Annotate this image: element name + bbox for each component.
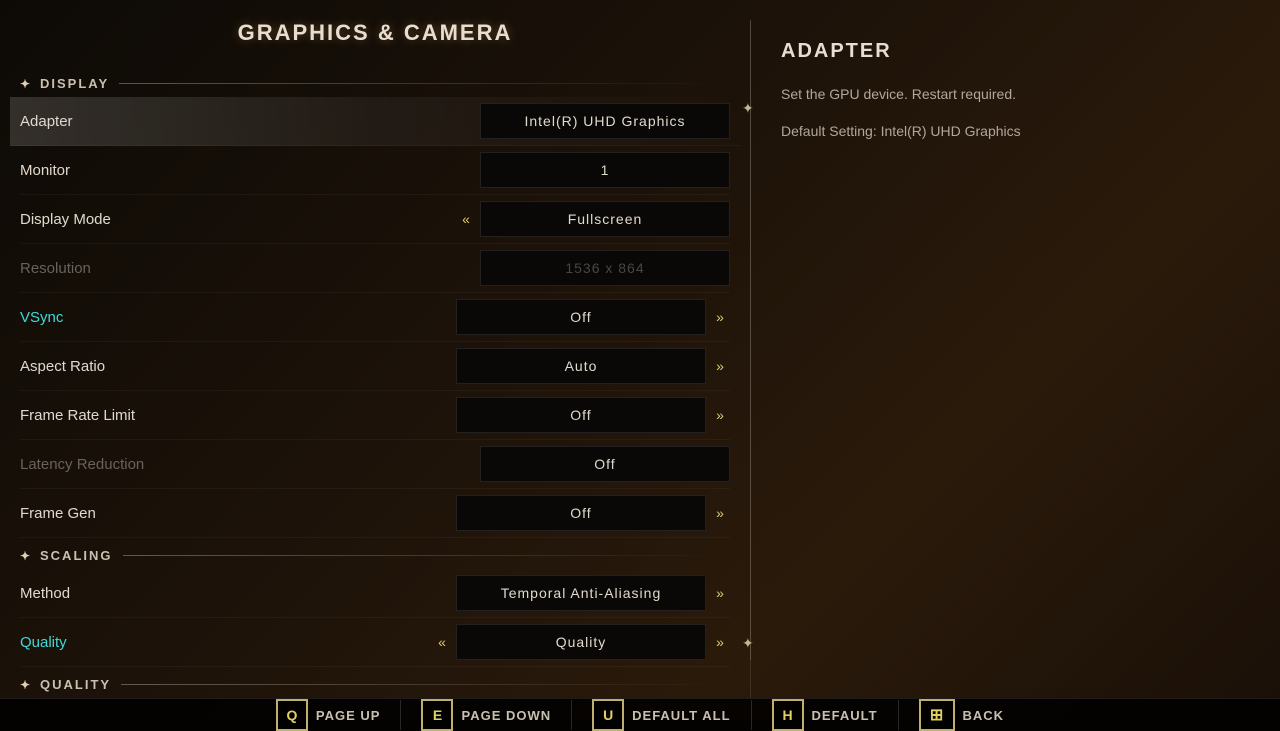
vsync-label: VSync xyxy=(20,309,420,326)
page-down-key: E xyxy=(421,699,453,731)
latency-controls: Off xyxy=(480,446,730,482)
display-mode-value: Fullscreen xyxy=(480,201,730,237)
quality-arrow-left[interactable]: « xyxy=(432,624,452,660)
frame-rate-controls: Off » xyxy=(456,397,730,433)
setting-row-frame-rate[interactable]: Frame Rate Limit Off » xyxy=(20,391,730,440)
frame-rate-arrow-right[interactable]: » xyxy=(710,397,730,433)
setting-row-monitor[interactable]: Monitor 1 xyxy=(20,146,730,195)
latency-label: Latency Reduction xyxy=(20,456,420,473)
section-header-display: ✦ DISPLAY xyxy=(20,76,730,91)
setting-row-aspect-ratio[interactable]: Aspect Ratio Auto » xyxy=(20,342,730,391)
vsync-controls: Off » xyxy=(456,299,730,335)
resolution-label: Resolution xyxy=(20,260,420,277)
aspect-ratio-value: Auto xyxy=(456,348,706,384)
diamond-top-marker: ✦ xyxy=(742,100,754,117)
page-up-key: Q xyxy=(276,699,308,731)
setting-row-display-mode[interactable]: Display Mode « Fullscreen xyxy=(20,195,730,244)
method-arrow-right[interactable]: » xyxy=(710,575,730,611)
page-up-label: PAGE UP xyxy=(316,708,381,723)
back-key: ⊞ xyxy=(919,699,955,731)
toolbar-sep-4 xyxy=(898,700,899,730)
right-panel: ADAPTER Set the GPU device. Restart requ… xyxy=(750,20,1280,698)
method-value: Temporal Anti-Aliasing xyxy=(456,575,706,611)
left-panel: GRAPHICS & CAMERA ✦ DISPLAY Adapter Inte… xyxy=(0,20,750,698)
resolution-controls: 1536 x 864 xyxy=(480,250,730,286)
display-mode-arrow-left[interactable]: « xyxy=(456,201,476,237)
info-description: Set the GPU device. Restart required. xyxy=(781,83,1250,105)
default-all-key: U xyxy=(592,699,624,731)
settings-list: ✦ DISPLAY Adapter Intel(R) UHD Graphics … xyxy=(20,66,730,698)
monitor-controls: 1 xyxy=(480,152,730,188)
quality-value: Quality xyxy=(456,624,706,660)
page-down-label: PAGE DOWN xyxy=(461,708,551,723)
quality-label: Quality xyxy=(20,634,420,651)
adapter-controls: Intel(R) UHD Graphics xyxy=(480,103,730,139)
toolbar-sep-2 xyxy=(571,700,572,730)
section-header-quality: ✦ QUALITY xyxy=(20,677,730,692)
toolbar-sep-1 xyxy=(400,700,401,730)
back-label: BACK xyxy=(963,708,1005,723)
default-all-button[interactable]: U DEFAULT ALL xyxy=(592,699,730,731)
setting-row-latency: Latency Reduction Off xyxy=(20,440,730,489)
aspect-ratio-controls: Auto » xyxy=(456,348,730,384)
section-header-scaling: ✦ SCALING xyxy=(20,548,730,563)
adapter-label: Adapter xyxy=(20,113,420,130)
frame-gen-value: Off xyxy=(456,495,706,531)
monitor-value: 1 xyxy=(480,152,730,188)
frame-rate-value: Off xyxy=(456,397,706,433)
setting-row-vsync[interactable]: VSync Off » xyxy=(20,293,730,342)
setting-row-frame-gen[interactable]: Frame Gen Off » xyxy=(20,489,730,538)
monitor-label: Monitor xyxy=(20,162,420,179)
diamond-bottom-marker: ✦ xyxy=(742,635,754,652)
aspect-ratio-arrow-right[interactable]: » xyxy=(710,348,730,384)
aspect-ratio-label: Aspect Ratio xyxy=(20,358,420,375)
back-icon: ⊞ xyxy=(930,705,943,725)
toolbar-sep-3 xyxy=(751,700,752,730)
frame-gen-controls: Off » xyxy=(456,495,730,531)
vsync-arrow-right[interactable]: » xyxy=(710,299,730,335)
info-title: ADAPTER xyxy=(781,40,1250,63)
setting-row-adapter[interactable]: Adapter Intel(R) UHD Graphics xyxy=(10,97,740,146)
frame-rate-label: Frame Rate Limit xyxy=(20,407,420,424)
info-default: Default Setting: Intel(R) UHD Graphics xyxy=(781,120,1250,142)
section-icon-scaling: ✦ xyxy=(20,549,34,563)
default-label: DEFAULT xyxy=(812,708,878,723)
frame-gen-label: Frame Gen xyxy=(20,505,420,522)
vsync-value: Off xyxy=(456,299,706,335)
default-all-label: DEFAULT ALL xyxy=(632,708,730,723)
display-mode-controls: « Fullscreen xyxy=(456,201,730,237)
page-title: GRAPHICS & CAMERA xyxy=(20,20,730,46)
page-up-button[interactable]: Q PAGE UP xyxy=(276,699,381,731)
page-down-button[interactable]: E PAGE DOWN xyxy=(421,699,551,731)
content-area: GRAPHICS & CAMERA ✦ DISPLAY Adapter Inte… xyxy=(0,0,1280,698)
display-mode-label: Display Mode xyxy=(20,211,420,228)
default-button[interactable]: H DEFAULT xyxy=(772,699,878,731)
frame-gen-arrow-right[interactable]: » xyxy=(710,495,730,531)
resolution-value: 1536 x 864 xyxy=(480,250,730,286)
section-icon-quality: ✦ xyxy=(20,678,34,692)
default-key: H xyxy=(772,699,804,731)
quality-controls: « Quality » xyxy=(432,624,730,660)
latency-value: Off xyxy=(480,446,730,482)
setting-row-resolution: Resolution 1536 x 864 xyxy=(20,244,730,293)
back-button[interactable]: ⊞ BACK xyxy=(919,699,1005,731)
setting-row-method[interactable]: Method Temporal Anti-Aliasing » xyxy=(20,569,730,618)
section-icon-display: ✦ xyxy=(20,77,34,91)
method-controls: Temporal Anti-Aliasing » xyxy=(456,575,730,611)
quality-arrow-right[interactable]: » xyxy=(710,624,730,660)
setting-row-quality[interactable]: Quality « Quality » xyxy=(20,618,730,667)
adapter-value: Intel(R) UHD Graphics xyxy=(480,103,730,139)
method-label: Method xyxy=(20,585,420,602)
main-container: GRAPHICS & CAMERA ✦ DISPLAY Adapter Inte… xyxy=(0,0,1280,720)
bottom-toolbar: Q PAGE UP E PAGE DOWN U DEFAULT ALL H DE… xyxy=(0,698,1280,731)
